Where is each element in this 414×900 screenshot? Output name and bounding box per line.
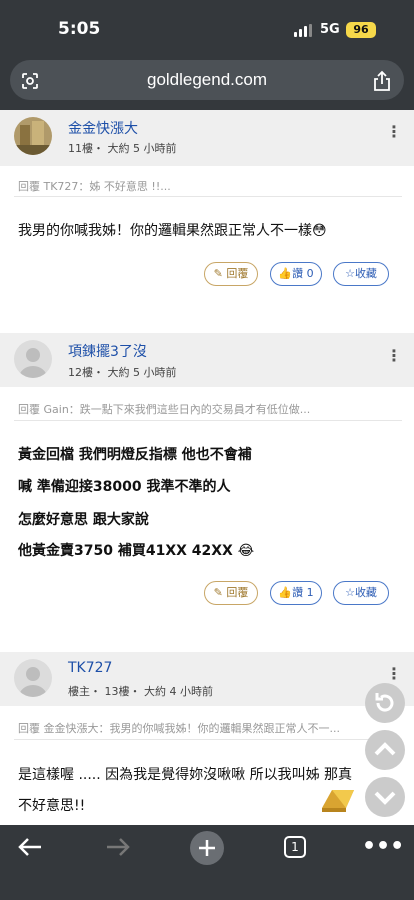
- post-content-line: 不好意思!!: [18, 798, 86, 814]
- post-content-line: 是這樣喔 ..... 因為我是覺得妳沒啾啾 所以我叫姊 那真: [18, 767, 353, 783]
- avatar[interactable]: [14, 659, 52, 697]
- reply-quote: 回覆 Gain：跌一點下來我們這些日內的交易員才有低位做...: [18, 403, 311, 416]
- author-name[interactable]: 金金快漲大: [68, 118, 138, 138]
- star-icon: ☆: [345, 267, 355, 280]
- forward-icon[interactable]: [104, 835, 132, 865]
- more-icon[interactable]: ⋮: [386, 664, 402, 683]
- post-meta: 11樓・ 大約 5 小時前: [68, 142, 177, 155]
- like-label: 讚 1: [292, 586, 314, 599]
- favorite-label: 收藏: [354, 267, 377, 280]
- scroll-down-button[interactable]: [365, 777, 405, 817]
- back-icon[interactable]: [16, 835, 44, 865]
- network-type: 5G: [320, 22, 340, 37]
- scroll-up-button[interactable]: [365, 730, 405, 770]
- more-icon[interactable]: ⋮: [386, 346, 402, 365]
- author-name[interactable]: TK727: [68, 660, 112, 676]
- reply-quote: 回覆 TK727：姊 不好意思 !!...: [18, 180, 171, 193]
- reply-button[interactable]: ✎ 回覆: [204, 581, 258, 605]
- refresh-button[interactable]: [365, 683, 405, 723]
- chevron-up-icon: [374, 742, 396, 756]
- favorite-label: 收藏: [354, 586, 377, 599]
- divider: [14, 739, 402, 740]
- menu-icon[interactable]: •••: [362, 834, 404, 859]
- divider: [14, 196, 402, 197]
- post-content-line: 喊 準備迎接38000 我準不準的人: [18, 479, 231, 495]
- thumb-icon: 👍: [278, 586, 293, 599]
- post-meta: 12樓・ 大約 5 小時前: [68, 366, 177, 379]
- post-content-line: 他黃金賣3750 補買41XX 42XX 😂: [18, 543, 255, 559]
- battery-badge: 96: [346, 22, 376, 38]
- avatar[interactable]: [14, 117, 52, 155]
- favorite-button[interactable]: ☆收藏: [333, 262, 389, 286]
- post-header: [0, 333, 414, 387]
- signal-icon: [294, 24, 316, 37]
- author-name[interactable]: 項鍊擺3了沒: [68, 341, 147, 361]
- post-content: 我男的你喊我姊！你的邏輯果然跟正常人不一樣😳: [18, 223, 327, 239]
- share-icon[interactable]: [372, 70, 392, 92]
- reply-button[interactable]: ✎ 回覆: [204, 262, 258, 286]
- reply-quote: 回覆 金金快漲大：我男的你喊我姊！你的邏輯果然跟正常人不一...: [18, 722, 340, 735]
- post-content-line: 怎麼好意思 跟大家說: [18, 512, 149, 528]
- new-tab-button[interactable]: [190, 831, 224, 865]
- rotate-icon: [375, 693, 394, 712]
- star-icon: ☆: [345, 586, 355, 599]
- url-text[interactable]: goldlegend.com: [0, 70, 414, 90]
- gold-bar-icon[interactable]: [318, 780, 358, 816]
- plus-icon: [199, 840, 215, 856]
- chevron-down-icon: [374, 791, 396, 805]
- post-header: [0, 110, 414, 166]
- status-time: 5:05: [58, 19, 101, 39]
- like-button[interactable]: 👍讚 1: [270, 581, 322, 605]
- like-label: 讚 0: [292, 267, 314, 280]
- more-icon[interactable]: ⋮: [386, 122, 402, 141]
- post-content-line: 黃金回檔 我們明燈反指標 他也不會補: [18, 447, 252, 463]
- tabs-button[interactable]: 1: [284, 836, 306, 858]
- favorite-button[interactable]: ☆收藏: [333, 581, 389, 605]
- divider: [14, 420, 402, 421]
- like-button[interactable]: 👍讚 0: [270, 262, 322, 286]
- avatar[interactable]: [14, 340, 52, 378]
- post-meta: 樓主・ 13樓・ 大約 4 小時前: [68, 685, 213, 698]
- thumb-icon: 👍: [278, 267, 293, 280]
